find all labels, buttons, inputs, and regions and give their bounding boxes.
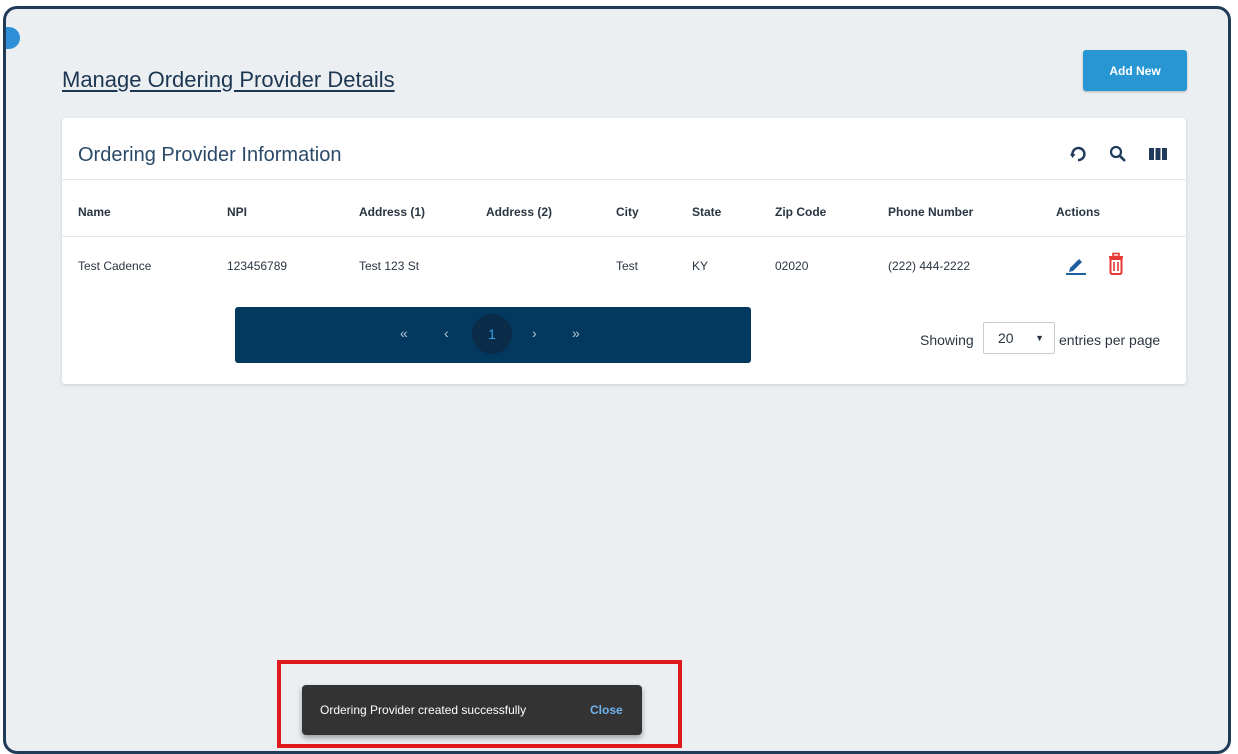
cell-state: KY (692, 259, 709, 273)
column-header-npi[interactable]: NPI (227, 205, 247, 219)
search-icon[interactable] (1108, 144, 1128, 164)
next-page-button[interactable]: › (532, 325, 537, 341)
entries-per-page-value: 20 (998, 330, 1014, 346)
column-header-name[interactable]: Name (78, 205, 111, 219)
toast-message: Ordering Provider created successfully (320, 703, 527, 717)
column-header-state[interactable]: State (692, 205, 721, 219)
cell-phone: (222) 444-2222 (888, 259, 971, 273)
card-title: Ordering Provider Information (78, 144, 342, 166)
last-page-button[interactable]: » (572, 325, 580, 341)
page-title: Manage Ordering Provider Details (62, 67, 395, 92)
pagination-bar: « ‹ 1 › » (235, 307, 751, 363)
entries-per-page-select[interactable]: 20 ▼ (983, 322, 1055, 354)
refresh-icon[interactable] (1068, 144, 1088, 164)
success-toast: Ordering Provider created successfully C… (302, 685, 642, 735)
prev-page-button[interactable]: ‹ (444, 325, 449, 341)
card-toolbar (1068, 144, 1168, 164)
cell-name: Test Cadence (78, 259, 152, 273)
edit-icon[interactable] (1064, 252, 1088, 281)
toast-close-button[interactable]: Close (590, 703, 623, 717)
column-header-address2[interactable]: Address (2) (486, 205, 552, 219)
cell-npi: 123456789 (227, 259, 288, 273)
column-header-address1[interactable]: Address (1) (359, 205, 425, 219)
column-header-actions: Actions (1056, 205, 1101, 219)
cell-city: Test (616, 259, 639, 273)
delete-icon[interactable] (1106, 252, 1126, 281)
showing-label: Showing (920, 332, 974, 348)
cell-zip: 02020 (775, 259, 809, 273)
columns-icon[interactable] (1148, 144, 1168, 164)
column-header-city[interactable]: City (616, 205, 639, 219)
column-header-zip[interactable]: Zip Code (775, 205, 826, 219)
entries-per-page-label: entries per page (1059, 332, 1161, 348)
column-header-phone[interactable]: Phone Number (888, 205, 973, 219)
chevron-down-icon: ▼ (1035, 333, 1044, 343)
provider-card: Ordering Provider Information Name NPI A… (62, 118, 1186, 384)
app-window: Manage Ordering Provider Details Add New… (3, 6, 1231, 754)
card-header-divider (62, 179, 1186, 180)
cell-address1: Test 123 St (359, 259, 420, 273)
table-header-divider (62, 236, 1186, 237)
first-page-button[interactable]: « (400, 325, 408, 341)
sidebar-toggle[interactable] (6, 27, 20, 49)
page-1-button[interactable]: 1 (472, 314, 512, 354)
add-new-button[interactable]: Add New (1083, 50, 1187, 91)
